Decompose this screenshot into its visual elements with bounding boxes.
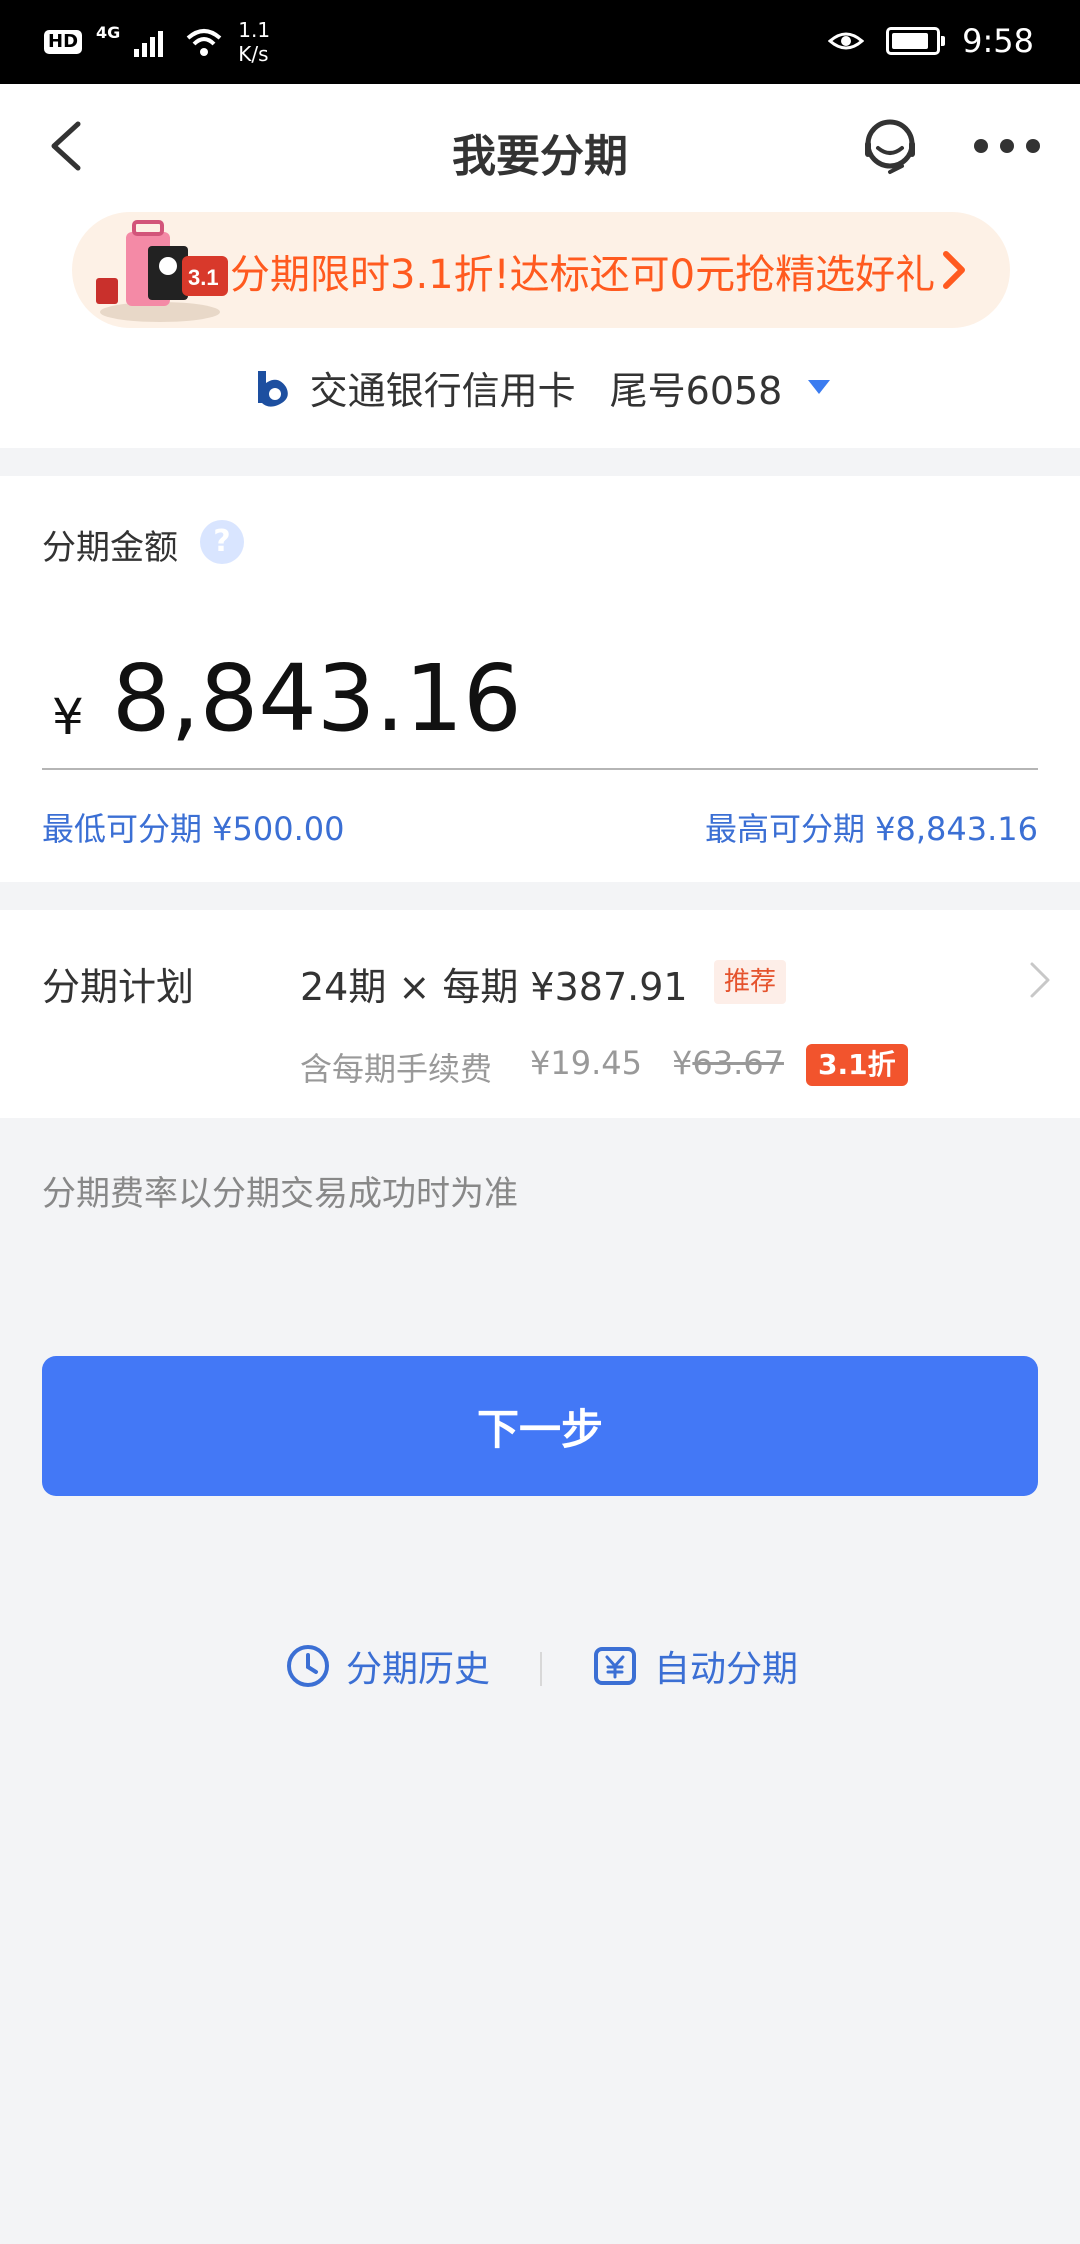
card-name: 交通银行信用卡 [309,368,576,413]
nav-bar: 我要分期 [0,84,1080,208]
amount-input[interactable] [112,644,912,754]
more-button[interactable] [974,128,1040,164]
more-dot-icon [1026,139,1040,153]
bank-logo-icon [257,371,288,407]
promo-banner[interactable]: 3.1 分期限时3.1折!达标还可0元抢精选好礼 [72,212,1010,328]
hd-badge: HD [44,30,83,54]
chevron-right-icon [1030,962,1050,998]
recommended-badge: 推荐 [714,960,787,1004]
speed-unit: K/s [238,42,269,66]
rate-note: 分期费率以分期交易成功时为准 [42,1174,518,1214]
status-bar: HD 4G 1.1 K/s 9:58 [0,0,1080,84]
auto-installment-icon [594,1647,636,1685]
card-selector[interactable]: 交通银行信用卡 尾号6058 [0,352,1080,422]
promo-gift-icon: 3.1 [96,220,228,322]
amount-label: 分期金额 [42,528,178,568]
auto-installment-link[interactable]: 自动分期 [590,1640,798,1692]
fee-original-prefix: ¥ [672,1044,693,1082]
min-limit: 最低可分期 ¥500.00 [42,810,345,848]
eye-icon [828,32,865,50]
plan-summary: 24期 × 每期 ¥387.91 [300,965,688,1009]
next-button[interactable]: 下一步 [42,1356,1038,1496]
help-icon[interactable]: ? [200,520,244,564]
caret-down-icon [808,380,831,394]
card-tail-number: 尾号6058 [609,368,783,413]
customer-service-icon[interactable] [858,114,922,178]
plan-selector[interactable]: 分期计划 24期 × 每期 ¥387.91 推荐 含每期手续费 ¥19.45 ¥… [0,910,1080,1118]
wifi-icon [186,29,222,56]
clock-icon [287,1645,329,1687]
promo-text: 分期限时3.1折!达标还可0元抢精选好礼 [230,252,936,298]
amount-panel: 分期金额 ? ¥ 最低可分期 ¥500.00 最高可分期 ¥8,843.16 [0,476,1080,882]
battery-icon [886,27,946,55]
discount-badge: 3.1折 [806,1044,908,1086]
chevron-right-icon [943,251,965,289]
amount-underline [42,768,1038,770]
history-link[interactable]: 分期历史 [284,1640,490,1692]
clock: 9:58 [962,22,1034,60]
fee-label: 含每期手续费 [300,1050,493,1088]
link-divider [540,1652,542,1686]
fee-original-value: 63.67 [692,1044,784,1082]
fee-value: ¥19.45 [530,1044,642,1082]
status-left: HD 4G 1.1 K/s [44,18,270,66]
plan-label: 分期计划 [42,965,195,1009]
network-speed: 1.1 K/s [238,18,270,66]
network-type: 4G [96,22,121,42]
signal-icon [134,31,164,57]
header-area: 我要分期 3.1 分期限时3.1折!达标还可0元抢精选好礼 交通银行信用卡 尾号… [0,84,1080,448]
status-right: 9:58 [828,22,1034,60]
auto-installment-label: 自动分期 [654,1649,799,1690]
history-link-label: 分期历史 [346,1649,491,1690]
fee-original: ¥63.67 [672,1044,784,1082]
bottom-links: 分期历史 自动分期 [0,1640,1080,1700]
speed-value: 1.1 [238,18,271,42]
currency-symbol: ¥ [52,688,84,746]
more-dot-icon [1000,139,1014,153]
max-limit[interactable]: 最高可分期 ¥8,843.16 [705,804,1038,850]
svg-text:3.1: 3.1 [188,265,219,290]
more-dot-icon [974,139,988,153]
